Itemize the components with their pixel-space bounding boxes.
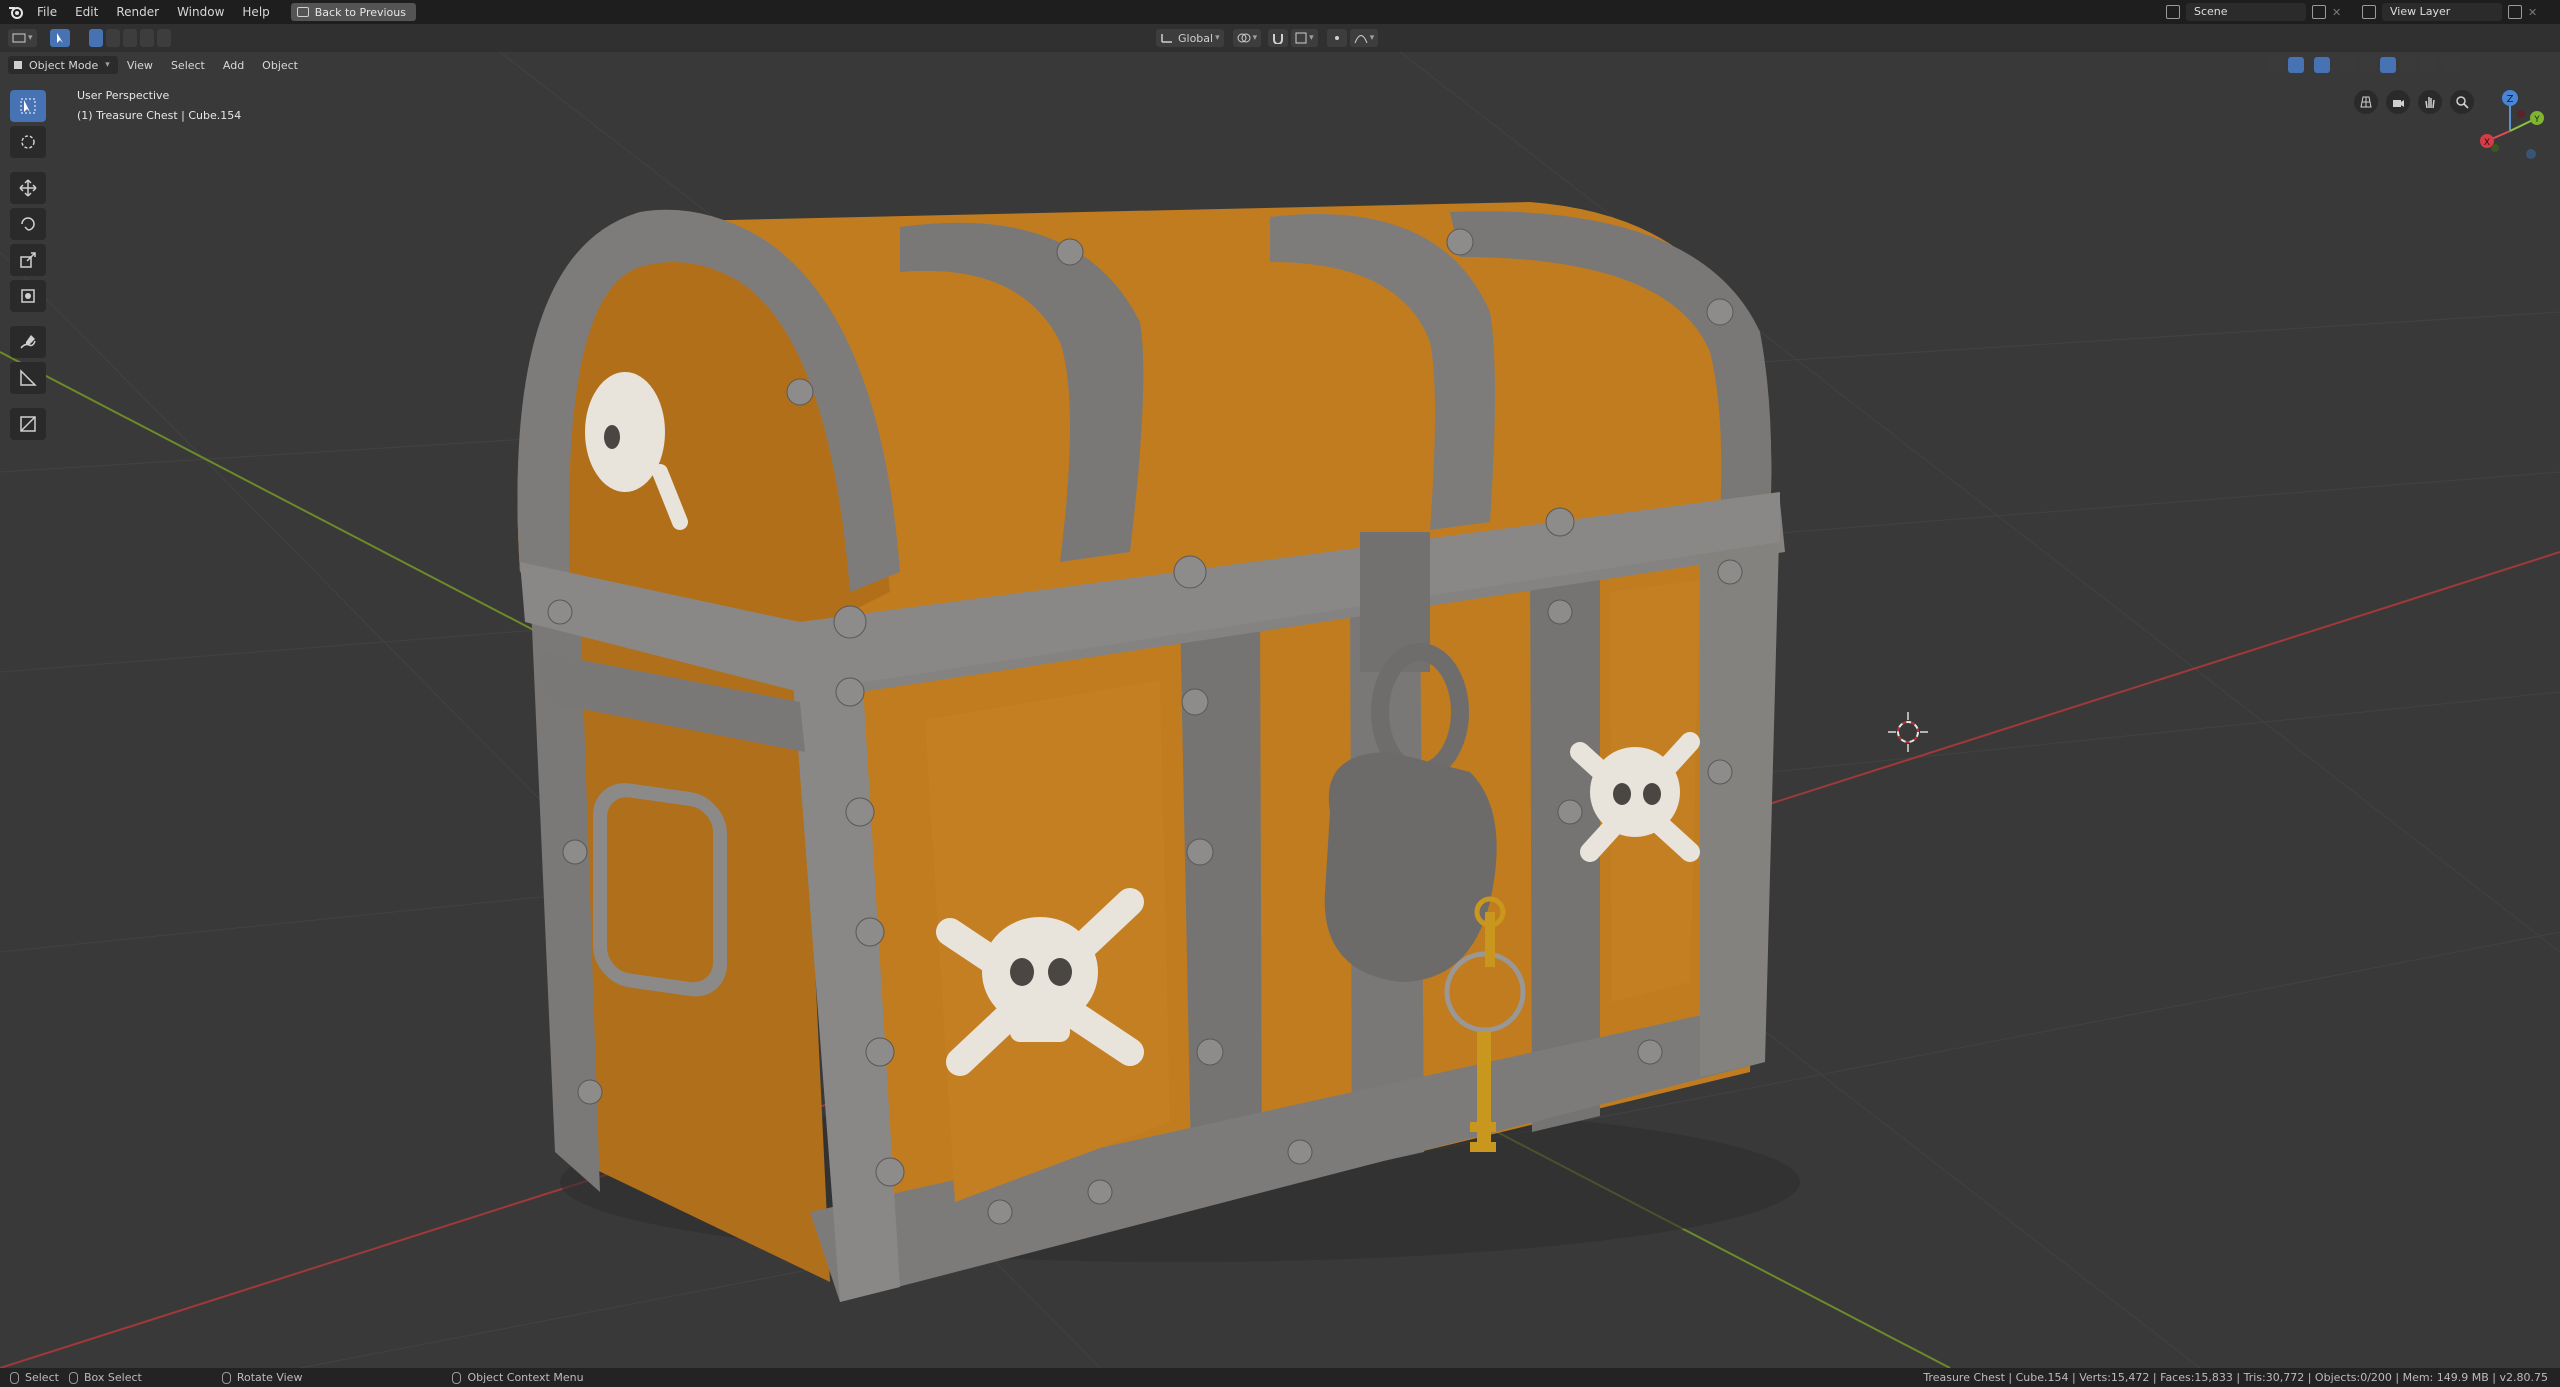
3d-viewport[interactable]: User Perspective (1) Treasure Chest | Cu… bbox=[0, 52, 2560, 1368]
overlays-toggle-icon[interactable] bbox=[2314, 57, 2330, 73]
scene-statistics: Treasure Chest | Cube.154 | Verts:15,472… bbox=[1923, 1371, 2548, 1384]
measure-icon[interactable] bbox=[10, 362, 46, 394]
new-scene-icon[interactable] bbox=[2312, 5, 2326, 19]
viewport-scene bbox=[0, 52, 2560, 1368]
status-box-select: Box Select bbox=[83, 1371, 142, 1384]
editor-type-button[interactable]: ▾ bbox=[8, 29, 37, 47]
menu-help[interactable]: Help bbox=[233, 0, 278, 24]
left-drag-mouse-icon bbox=[68, 1371, 78, 1384]
xray-toggle-icon[interactable] bbox=[2340, 57, 2356, 73]
right-mouse-icon bbox=[452, 1371, 462, 1384]
remove-view-layer-icon[interactable]: ✕ bbox=[2528, 6, 2537, 19]
pan-hand-icon[interactable] bbox=[2418, 90, 2442, 114]
new-view-layer-icon[interactable] bbox=[2508, 5, 2522, 19]
z-axis-label: Z bbox=[2507, 94, 2514, 105]
scene-icon[interactable] bbox=[2166, 5, 2180, 19]
status-select: Select bbox=[25, 1371, 59, 1384]
cursor-icon[interactable] bbox=[10, 126, 46, 158]
proportional-editing-toggle[interactable] bbox=[1326, 29, 1347, 47]
neg-z-axis-handle[interactable] bbox=[2526, 149, 2536, 159]
add-cube-icon[interactable] bbox=[10, 408, 46, 440]
viewport-display-controls bbox=[2268, 57, 2462, 73]
rotate-icon[interactable] bbox=[10, 208, 46, 240]
proportional-falloff-dropdown[interactable]: ▾ bbox=[1349, 29, 1379, 47]
3d-cursor-icon[interactable] bbox=[1888, 712, 1928, 752]
menu-render[interactable]: Render bbox=[107, 0, 168, 24]
wireframe-shading-icon[interactable] bbox=[2360, 57, 2376, 73]
status-rotate-view: Rotate View bbox=[236, 1371, 303, 1384]
move-icon[interactable] bbox=[10, 172, 46, 204]
object-visibility-icon[interactable] bbox=[2268, 57, 2284, 73]
top-menu-bar: File Edit Render Window Help Back to Pre… bbox=[0, 0, 2560, 24]
navigation-buttons bbox=[2354, 90, 2474, 114]
screen-icon bbox=[296, 7, 309, 17]
camera-view-icon[interactable] bbox=[2386, 90, 2410, 114]
status-bar: Select Box Select Rotate View Object Con… bbox=[0, 1368, 2560, 1387]
view-layer-field[interactable]: View Layer bbox=[2382, 3, 2502, 21]
back-to-previous-button[interactable]: Back to Previous bbox=[290, 3, 416, 21]
back-to-previous-label: Back to Previous bbox=[314, 5, 406, 19]
treasure-chest-model[interactable] bbox=[517, 202, 1801, 1302]
menu-select[interactable]: Select bbox=[162, 59, 214, 72]
scale-icon[interactable] bbox=[10, 244, 46, 276]
transform-icon[interactable] bbox=[10, 280, 46, 312]
orientation-label: Global bbox=[1178, 31, 1214, 45]
select-mode-invert-icon[interactable] bbox=[139, 29, 154, 47]
select-mode-subtract-icon[interactable] bbox=[122, 29, 137, 47]
blender-logo-icon[interactable] bbox=[4, 0, 28, 24]
object-mode-dropdown[interactable]: Object Mode ▾ bbox=[8, 56, 118, 74]
sidebar-toggle-icon[interactable] bbox=[2446, 57, 2462, 73]
object-mode-icon bbox=[14, 61, 22, 69]
snap-element-dropdown[interactable]: ▾ bbox=[1291, 29, 1318, 47]
left-mouse-icon bbox=[10, 1371, 19, 1384]
neg-y-axis-handle[interactable] bbox=[2491, 144, 2499, 152]
active-object-label: (1) Treasure Chest | Cube.154 bbox=[77, 109, 242, 122]
select-mode-extend-icon[interactable] bbox=[105, 29, 120, 47]
rendered-shading-icon[interactable] bbox=[2420, 57, 2436, 73]
y-axis-label: Y bbox=[2533, 115, 2540, 125]
select-mode-new-icon[interactable] bbox=[88, 29, 103, 47]
neg-x-axis-handle[interactable] bbox=[2517, 110, 2525, 118]
navigation-gizmo[interactable]: Z Y X bbox=[2465, 86, 2555, 176]
x-axis-label: X bbox=[2484, 138, 2490, 148]
chevron-down-icon: ▾ bbox=[28, 33, 33, 43]
annotate-icon[interactable] bbox=[10, 326, 46, 358]
orientation-icon bbox=[1161, 34, 1172, 43]
toggle-perspective-icon[interactable] bbox=[2354, 90, 2378, 114]
scene-name-field[interactable]: Scene bbox=[2186, 3, 2306, 21]
viewport-header: ▾ Global ▾ ▾ ▾ ▾ bbox=[0, 24, 2560, 52]
select-tool-button[interactable] bbox=[49, 29, 70, 47]
menu-object[interactable]: Object bbox=[253, 59, 307, 72]
select-box-icon[interactable] bbox=[10, 90, 46, 122]
remove-scene-icon[interactable]: ✕ bbox=[2332, 6, 2341, 19]
menu-view[interactable]: View bbox=[118, 59, 162, 72]
menu-edit[interactable]: Edit bbox=[66, 0, 107, 24]
orientation-dropdown[interactable]: Global ▾ bbox=[1156, 29, 1224, 47]
object-mode-label: Object Mode bbox=[29, 58, 99, 72]
chevron-down-icon: ▾ bbox=[105, 60, 110, 70]
middle-mouse-icon bbox=[221, 1371, 231, 1384]
mode-row: Object Mode ▾ View Select Add Object bbox=[0, 52, 1000, 78]
menu-add[interactable]: Add bbox=[214, 59, 253, 72]
snap-toggle[interactable] bbox=[1268, 29, 1289, 47]
material-shading-icon[interactable] bbox=[2400, 57, 2416, 73]
menu-window[interactable]: Window bbox=[168, 0, 233, 24]
solid-shading-icon[interactable] bbox=[2380, 57, 2396, 73]
status-context-menu: Object Context Menu bbox=[467, 1371, 584, 1384]
menu-file[interactable]: File bbox=[28, 0, 66, 24]
select-mode-intersect-icon[interactable] bbox=[156, 29, 171, 47]
chevron-down-icon: ▾ bbox=[1215, 33, 1220, 43]
viewport-info-overlay: User Perspective (1) Treasure Chest | Cu… bbox=[77, 86, 241, 126]
tool-shelf bbox=[10, 90, 46, 440]
pivot-point-dropdown[interactable]: ▾ bbox=[1232, 29, 1262, 47]
perspective-label: User Perspective bbox=[77, 89, 170, 102]
view-layer-icon[interactable] bbox=[2362, 5, 2376, 19]
gizmo-toggle-icon[interactable] bbox=[2288, 57, 2304, 73]
